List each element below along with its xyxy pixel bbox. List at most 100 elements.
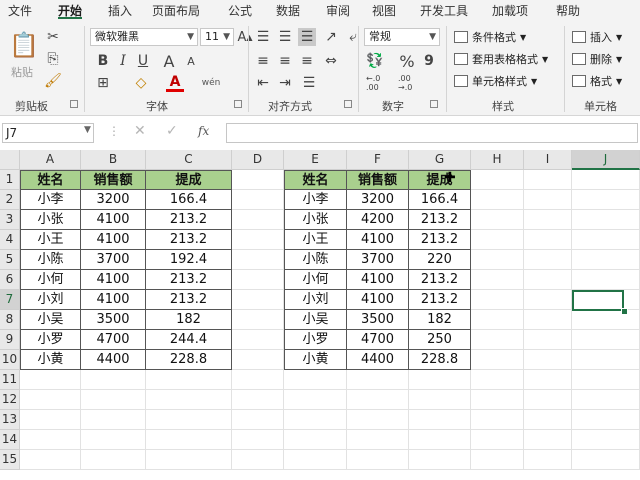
column-header-D[interactable]: D — [232, 150, 284, 170]
left-table-cell[interactable]: 小刘 — [20, 290, 81, 310]
row-header-9[interactable]: 9 — [0, 330, 20, 350]
column-header-H[interactable]: H — [471, 150, 524, 170]
select-all-corner[interactable] — [0, 150, 20, 170]
column-header-F[interactable]: F — [347, 150, 409, 170]
right-table-cell[interactable]: 3200 — [347, 190, 409, 210]
right-table-cell[interactable]: 228.8 — [409, 350, 471, 370]
increase-indent-icon[interactable]: ⇥ — [276, 74, 294, 92]
left-table-cell[interactable]: 4100 — [81, 290, 146, 310]
alignment-launcher-icon[interactable] — [344, 100, 352, 108]
paste-button[interactable]: 粘贴 — [11, 64, 33, 80]
left-table-cell[interactable]: 213.2 — [146, 210, 232, 230]
left-table-cell[interactable]: 小李 — [20, 190, 81, 210]
align-middle-icon[interactable]: ☰ — [276, 28, 294, 46]
conditional-format-button[interactable]: 条件格式 ▼ — [454, 28, 526, 46]
right-table-header-cell[interactable]: 姓名 — [284, 170, 347, 190]
tab-0[interactable]: 文件 — [8, 2, 32, 19]
insert-cells-button[interactable]: 插入 ▼ — [572, 28, 622, 46]
left-table-cell[interactable]: 小吴 — [20, 310, 81, 330]
right-table-cell[interactable]: 小吴 — [284, 310, 347, 330]
left-table-cell[interactable]: 4100 — [81, 270, 146, 290]
row-header-12[interactable]: 12 — [0, 390, 20, 410]
paste-icon[interactable]: 📋 — [9, 28, 39, 62]
column-header-B[interactable]: B — [81, 150, 146, 170]
row-header-1[interactable]: 1 — [0, 170, 20, 190]
tab-9[interactable]: 加载项 — [492, 2, 528, 19]
tab-8[interactable]: 开发工具 — [420, 2, 468, 19]
right-table-cell[interactable]: 182 — [409, 310, 471, 330]
left-table-cell[interactable]: 3700 — [81, 250, 146, 270]
right-table-cell[interactable]: 213.2 — [409, 270, 471, 290]
grow-font-icon[interactable]: A ▲ — [236, 28, 254, 46]
row-header-2[interactable]: 2 — [0, 190, 20, 210]
fill-color-icon[interactable]: ◇ — [132, 74, 150, 92]
right-table-cell[interactable]: 4100 — [347, 290, 409, 310]
cancel-entry-icon[interactable]: ✕ — [134, 123, 146, 139]
tab-10[interactable]: 帮助 — [556, 2, 580, 19]
row-header-6[interactable]: 6 — [0, 270, 20, 290]
number-format-dropdown[interactable]: 常规 ▼ — [364, 28, 440, 46]
tab-2[interactable]: 插入 — [108, 2, 132, 19]
formula-input[interactable] — [226, 123, 638, 143]
left-table-cell[interactable]: 213.2 — [146, 290, 232, 310]
left-table-cell[interactable]: 4100 — [81, 210, 146, 230]
right-table-cell[interactable]: 4400 — [347, 350, 409, 370]
column-header-I[interactable]: I — [524, 150, 572, 170]
active-cell-J7[interactable] — [572, 290, 624, 311]
align-bottom-icon[interactable]: ☰ — [298, 28, 316, 46]
right-table-cell[interactable]: 213.2 — [409, 230, 471, 250]
delete-cells-button[interactable]: 删除 ▼ — [572, 50, 622, 68]
right-table-cell[interactable]: 166.4 — [409, 190, 471, 210]
tab-4[interactable]: 公式 — [228, 2, 252, 19]
format-as-table-button[interactable]: 套用表格格式 ▼ — [454, 50, 548, 68]
left-table-cell[interactable]: 166.4 — [146, 190, 232, 210]
row-header-5[interactable]: 5 — [0, 250, 20, 270]
name-box-dropdown-icon[interactable]: ▼ — [84, 125, 91, 135]
align-center-icon[interactable]: ≡ — [276, 52, 294, 70]
decrease-indent-icon[interactable]: ⇤ — [254, 74, 272, 92]
insert-function-button[interactable]: fx — [198, 124, 209, 138]
cut-icon[interactable]: ✂ — [44, 28, 62, 46]
formula-bar-more-icon[interactable]: ⋮ — [108, 124, 120, 138]
phonetic-button[interactable]: wén — [202, 74, 221, 92]
row-header-7[interactable]: 7 — [0, 290, 20, 310]
font-size-dropdown[interactable]: 11 ▼ — [200, 28, 234, 46]
row-header-10[interactable]: 10 — [0, 350, 20, 370]
right-table-cell[interactable]: 小王 — [284, 230, 347, 250]
wrap-text-icon[interactable]: ⤶ — [344, 28, 362, 46]
font-name-dropdown[interactable]: 微软雅黑 ▼ — [90, 28, 198, 46]
row-header-15[interactable]: 15 — [0, 450, 20, 470]
right-table-cell[interactable]: 小陈 — [284, 250, 347, 270]
column-header-C[interactable]: C — [146, 150, 232, 170]
tab-7[interactable]: 视图 — [372, 2, 396, 19]
fill-handle[interactable] — [621, 308, 628, 315]
shrink-font-button[interactable]: A — [182, 52, 200, 70]
right-table-cell[interactable]: 小黄 — [284, 350, 347, 370]
clipboard-launcher-icon[interactable] — [70, 100, 78, 108]
format-painter-icon[interactable]: 🖌 — [44, 72, 62, 90]
name-box[interactable]: J7 — [2, 123, 94, 143]
right-table-cell[interactable]: 小何 — [284, 270, 347, 290]
number-launcher-icon[interactable] — [430, 100, 438, 108]
bold-button[interactable]: B — [94, 52, 112, 70]
font-color-button[interactable]: A — [166, 74, 184, 92]
left-table-cell[interactable]: 小张 — [20, 210, 81, 230]
left-table-cell[interactable]: 4400 — [81, 350, 146, 370]
increase-decimal-button[interactable]: ←.0 .00 — [366, 74, 394, 92]
right-table-cell[interactable]: 4100 — [347, 270, 409, 290]
left-table-cell[interactable]: 192.4 — [146, 250, 232, 270]
column-header-J[interactable]: J — [572, 150, 640, 170]
confirm-entry-icon[interactable]: ✓ — [166, 123, 178, 139]
align-right-icon[interactable]: ≡ — [298, 52, 316, 70]
row-header-13[interactable]: 13 — [0, 410, 20, 430]
left-table-cell[interactable]: 182 — [146, 310, 232, 330]
comma-style-button[interactable]: 9 — [420, 52, 438, 70]
column-header-E[interactable]: E — [284, 150, 347, 170]
orientation-icon[interactable]: ↗ — [322, 28, 340, 46]
right-table-cell[interactable]: 小李 — [284, 190, 347, 210]
align-left-icon[interactable]: ≡ — [254, 52, 272, 70]
right-table-cell[interactable]: 小刘 — [284, 290, 347, 310]
right-table-cell[interactable]: 220 — [409, 250, 471, 270]
right-table-cell[interactable]: 213.2 — [409, 290, 471, 310]
left-table-cell[interactable]: 小罗 — [20, 330, 81, 350]
